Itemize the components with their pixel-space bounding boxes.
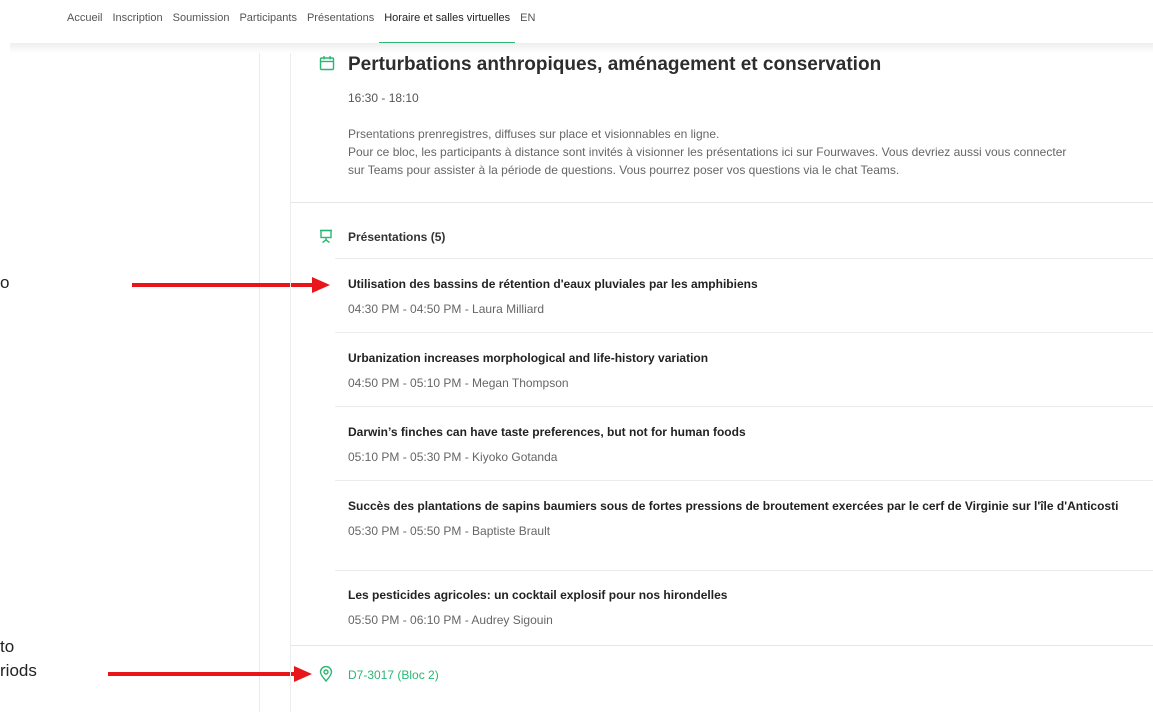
list-separator: [335, 480, 1153, 481]
presentation-meta: 05:10 PM - 05:30 PM - Kiyoko Gotanda: [348, 450, 558, 464]
annotation-text-fragment: o: [0, 273, 10, 292]
nav-menu: Accueil Inscription Soumission Participa…: [62, 10, 540, 44]
presentation-meta: 04:30 PM - 04:50 PM - Laura Milliard: [348, 302, 545, 316]
annotation-text-fragment: to: [0, 637, 15, 656]
presentation-meta: 05:30 PM - 05:50 PM - Baptiste Brault: [348, 524, 551, 538]
section-divider: [291, 202, 1153, 203]
list-separator: [335, 406, 1153, 407]
presentation-meta: 05:50 PM - 06:10 PM - Audrey Sigouin: [348, 613, 553, 627]
presentations-header: Présentations (5): [348, 230, 446, 244]
top-nav: Accueil Inscription Soumission Participa…: [0, 0, 1153, 44]
presentation-title[interactable]: Urbanization increases morphological and…: [348, 350, 1138, 367]
presentation-item[interactable]: Succès des plantations de sapins baumier…: [348, 498, 1138, 538]
nav-item-horaire[interactable]: Horaire et salles virtuelles: [379, 10, 516, 44]
presentation-item[interactable]: Utilisation des bassins de rétention d'e…: [348, 276, 1138, 316]
description-line: Pour ce bloc, les participants à distanc…: [348, 145, 1067, 159]
description-line: Prsentations prenregistres, diffuses sur…: [348, 127, 720, 141]
presentation-title[interactable]: Succès des plantations de sapins baumier…: [348, 498, 1138, 515]
session-time: 16:30 - 18:10: [348, 91, 419, 105]
location-link[interactable]: D7-3017 (Bloc 2): [348, 668, 439, 682]
list-separator: [335, 332, 1153, 333]
presentation-title[interactable]: Les pesticides agricoles: un cocktail ex…: [348, 587, 1138, 604]
presentation-item[interactable]: Les pesticides agricoles: un cocktail ex…: [348, 587, 1138, 627]
calendar-icon: [319, 56, 335, 71]
presentation-title[interactable]: Darwin’s finches can have taste preferen…: [348, 424, 1138, 441]
nav-item-soumission[interactable]: Soumission: [168, 10, 235, 44]
presentation-meta: 04:50 PM - 05:10 PM - Megan Thompson: [348, 376, 569, 390]
session-description: Prsentations prenregistres, diffuses sur…: [348, 125, 1153, 179]
description-line: sur Teams pour assister à la période de …: [348, 163, 900, 177]
nav-item-presentations[interactable]: Présentations: [302, 10, 379, 44]
nav-item-language[interactable]: EN: [515, 10, 540, 44]
location-pin-icon: [319, 666, 333, 682]
left-column: [0, 53, 260, 712]
nav-item-inscription[interactable]: Inscription: [107, 10, 167, 44]
section-divider: [291, 645, 1153, 646]
list-separator: [335, 570, 1153, 571]
list-separator: [335, 258, 1153, 259]
annotation-text-fragment: riods: [0, 661, 37, 680]
column-divider: [290, 53, 291, 712]
session-title: Perturbations anthropiques, aménagement …: [348, 54, 882, 75]
nav-item-accueil[interactable]: Accueil: [62, 10, 107, 44]
nav-item-participants[interactable]: Participants: [234, 10, 301, 44]
presentation-item[interactable]: Darwin’s finches can have taste preferen…: [348, 424, 1138, 464]
nav-shadow: [10, 43, 1153, 53]
presentation-title[interactable]: Utilisation des bassins de rétention d'e…: [348, 276, 1138, 293]
presentation-board-icon: [320, 229, 332, 243]
presentation-item[interactable]: Urbanization increases morphological and…: [348, 350, 1138, 390]
